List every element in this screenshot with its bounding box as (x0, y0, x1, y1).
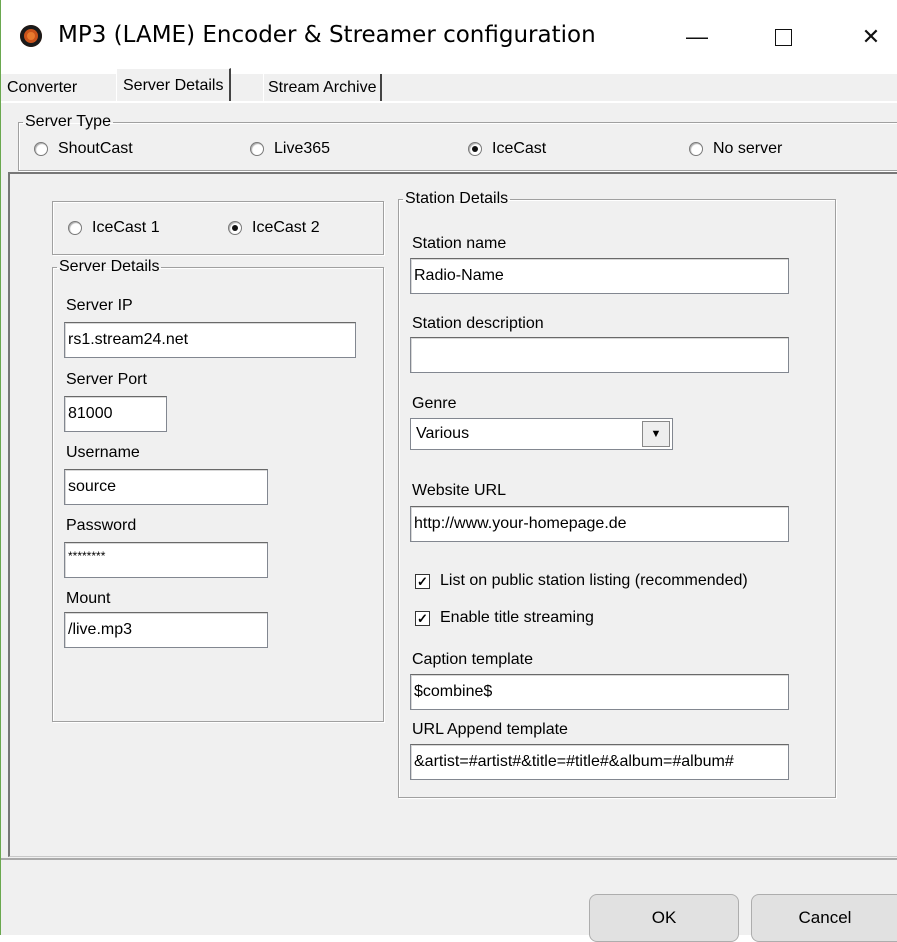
radio-indicator (228, 221, 242, 235)
mount-label: Mount (66, 590, 111, 607)
tab-stream-archive[interactable]: Stream Archive (263, 74, 383, 101)
list-public-checkbox[interactable]: ✓ List on public station listing (recomme… (415, 572, 748, 590)
minimize-button[interactable]: — (667, 14, 727, 60)
title-streaming-checkbox[interactable]: ✓ Enable title streaming (415, 609, 594, 627)
username-label: Username (66, 444, 140, 461)
caption-template-input[interactable]: $combine$ (410, 674, 789, 710)
maximize-icon (774, 28, 792, 46)
radio-label: Live365 (274, 140, 331, 157)
website-url-label: Website URL (412, 482, 506, 499)
url-append-label: URL Append template (412, 721, 568, 738)
tab-converter[interactable]: Converter (7, 74, 77, 101)
mount-input[interactable]: /live.mp3 (64, 612, 268, 648)
tab-divider (1, 101, 897, 103)
website-url-input[interactable]: http://www.your-homepage.de (410, 506, 789, 542)
title-bar[interactable]: MP3 (LAME) Encoder & Streamer configurat… (1, 0, 897, 74)
radio-icecast-2[interactable]: IceCast 2 (228, 219, 320, 237)
minimize-icon: — (686, 24, 708, 49)
radio-icecast-1[interactable]: IceCast 1 (68, 219, 160, 237)
username-input[interactable]: source (64, 469, 268, 505)
server-ip-label: Server IP (66, 297, 133, 314)
radio-indicator (34, 142, 48, 156)
url-append-input[interactable]: &artist=#artist#&title=#title#&album=#al… (410, 744, 789, 780)
tab-server-details[interactable]: Server Details (116, 68, 232, 102)
genre-selected-value: Various (416, 425, 470, 442)
radio-no-server[interactable]: No server (689, 140, 782, 158)
window-title: MP3 (LAME) Encoder & Streamer configurat… (58, 22, 596, 48)
radio-live365[interactable]: Live365 (250, 140, 330, 158)
close-button[interactable]: ✕ (841, 14, 897, 60)
radio-label: IceCast 1 (92, 219, 160, 236)
checkmark-icon: ✓ (415, 610, 430, 626)
chevron-down-icon[interactable]: ▼ (642, 421, 670, 447)
radio-label: No server (713, 140, 783, 157)
server-ip-input[interactable]: rs1.stream24.net (64, 322, 356, 358)
footer-separator (1, 858, 897, 860)
close-icon: ✕ (861, 24, 881, 49)
password-input[interactable]: ******** (64, 542, 268, 578)
title-streaming-label: Enable title streaming (440, 609, 594, 626)
station-name-label: Station name (412, 235, 507, 252)
radio-indicator (250, 142, 264, 156)
maximize-button[interactable] (753, 14, 813, 60)
radio-indicator (689, 142, 703, 156)
server-port-input[interactable]: 81000 (64, 396, 167, 432)
station-name-input[interactable]: Radio-Name (410, 258, 789, 294)
server-port-label: Server Port (66, 371, 147, 388)
station-description-label: Station description (412, 315, 544, 332)
radio-label: IceCast (492, 140, 547, 157)
radio-label: ShoutCast (58, 140, 133, 157)
caption-template-label: Caption template (412, 651, 533, 668)
station-details-legend: Station Details (405, 190, 509, 207)
list-public-label: List on public station listing (recommen… (440, 572, 748, 589)
genre-select[interactable]: Various ▼ (410, 418, 673, 450)
radio-label: IceCast 2 (252, 219, 320, 236)
radio-indicator (468, 142, 482, 156)
config-window: MP3 (LAME) Encoder & Streamer configurat… (0, 0, 897, 942)
password-label: Password (66, 517, 137, 534)
radio-shoutcast[interactable]: ShoutCast (34, 140, 133, 158)
genre-label: Genre (412, 395, 457, 412)
server-details-legend: Server Details (59, 258, 160, 275)
checkmark-icon: ✓ (415, 573, 430, 589)
radio-indicator (68, 221, 82, 235)
station-description-input[interactable] (410, 337, 789, 373)
server-type-legend: Server Type (25, 113, 111, 130)
radio-icecast[interactable]: IceCast (468, 140, 546, 158)
app-icon (20, 25, 42, 47)
